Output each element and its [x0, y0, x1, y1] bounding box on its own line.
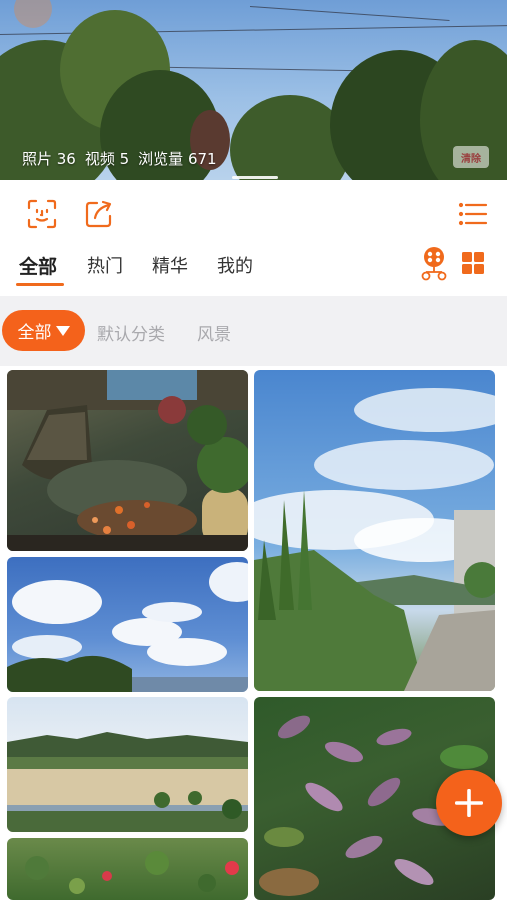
filter-chip-scenery[interactable]: 风景	[197, 320, 231, 345]
share-icon[interactable]	[83, 198, 115, 230]
album-stats: 照片 36 视频 5 浏览量 671	[22, 148, 226, 169]
filter-chip-all[interactable]: 全部	[2, 310, 85, 351]
add-icon	[455, 789, 483, 817]
list-menu-icon[interactable]	[457, 198, 489, 230]
tab-featured[interactable]: 精华	[152, 252, 188, 278]
video-count: 视频 5	[84, 150, 130, 168]
album-cover: 照片 36 视频 5 浏览量 671 清除	[0, 0, 507, 180]
add-photo-button[interactable]	[436, 770, 502, 836]
grid-view-icon[interactable]	[462, 252, 484, 274]
caret-down-icon	[55, 325, 70, 336]
pond-with-boat-and-koi-photo	[7, 370, 248, 551]
sky-and-plants-path-photo	[254, 388, 495, 691]
photo-tile[interactable]	[7, 697, 248, 832]
flowers-garden-photo	[25, 851, 239, 894]
tab-all[interactable]: 全部	[19, 252, 57, 279]
album-action-bar	[0, 180, 507, 242]
filter-chip-label: 全部	[17, 323, 52, 343]
lake-and-mountains-photo	[7, 732, 248, 832]
album-logo	[14, 0, 52, 28]
photo-tile[interactable]	[7, 838, 248, 900]
filter-chip-default[interactable]: 默认分类	[97, 320, 165, 345]
photo-count: 照片 36	[22, 150, 76, 168]
drag-handle[interactable]	[232, 176, 278, 179]
power-line	[249, 6, 450, 21]
people-network-icon[interactable]	[419, 246, 449, 282]
view-count: 浏览量 671	[138, 150, 217, 168]
cover-badge[interactable]: 清除	[453, 146, 489, 168]
photo-tile[interactable]	[7, 557, 248, 692]
blue-sky-clouds-photo	[7, 562, 248, 692]
photo-tile[interactable]	[7, 370, 248, 551]
face-scan-icon[interactable]	[26, 198, 58, 230]
photo-tile[interactable]	[254, 370, 495, 691]
tab-hot[interactable]: 热门	[87, 252, 123, 278]
tab-mine[interactable]: 我的	[217, 252, 253, 278]
active-tab-indicator	[16, 283, 64, 286]
